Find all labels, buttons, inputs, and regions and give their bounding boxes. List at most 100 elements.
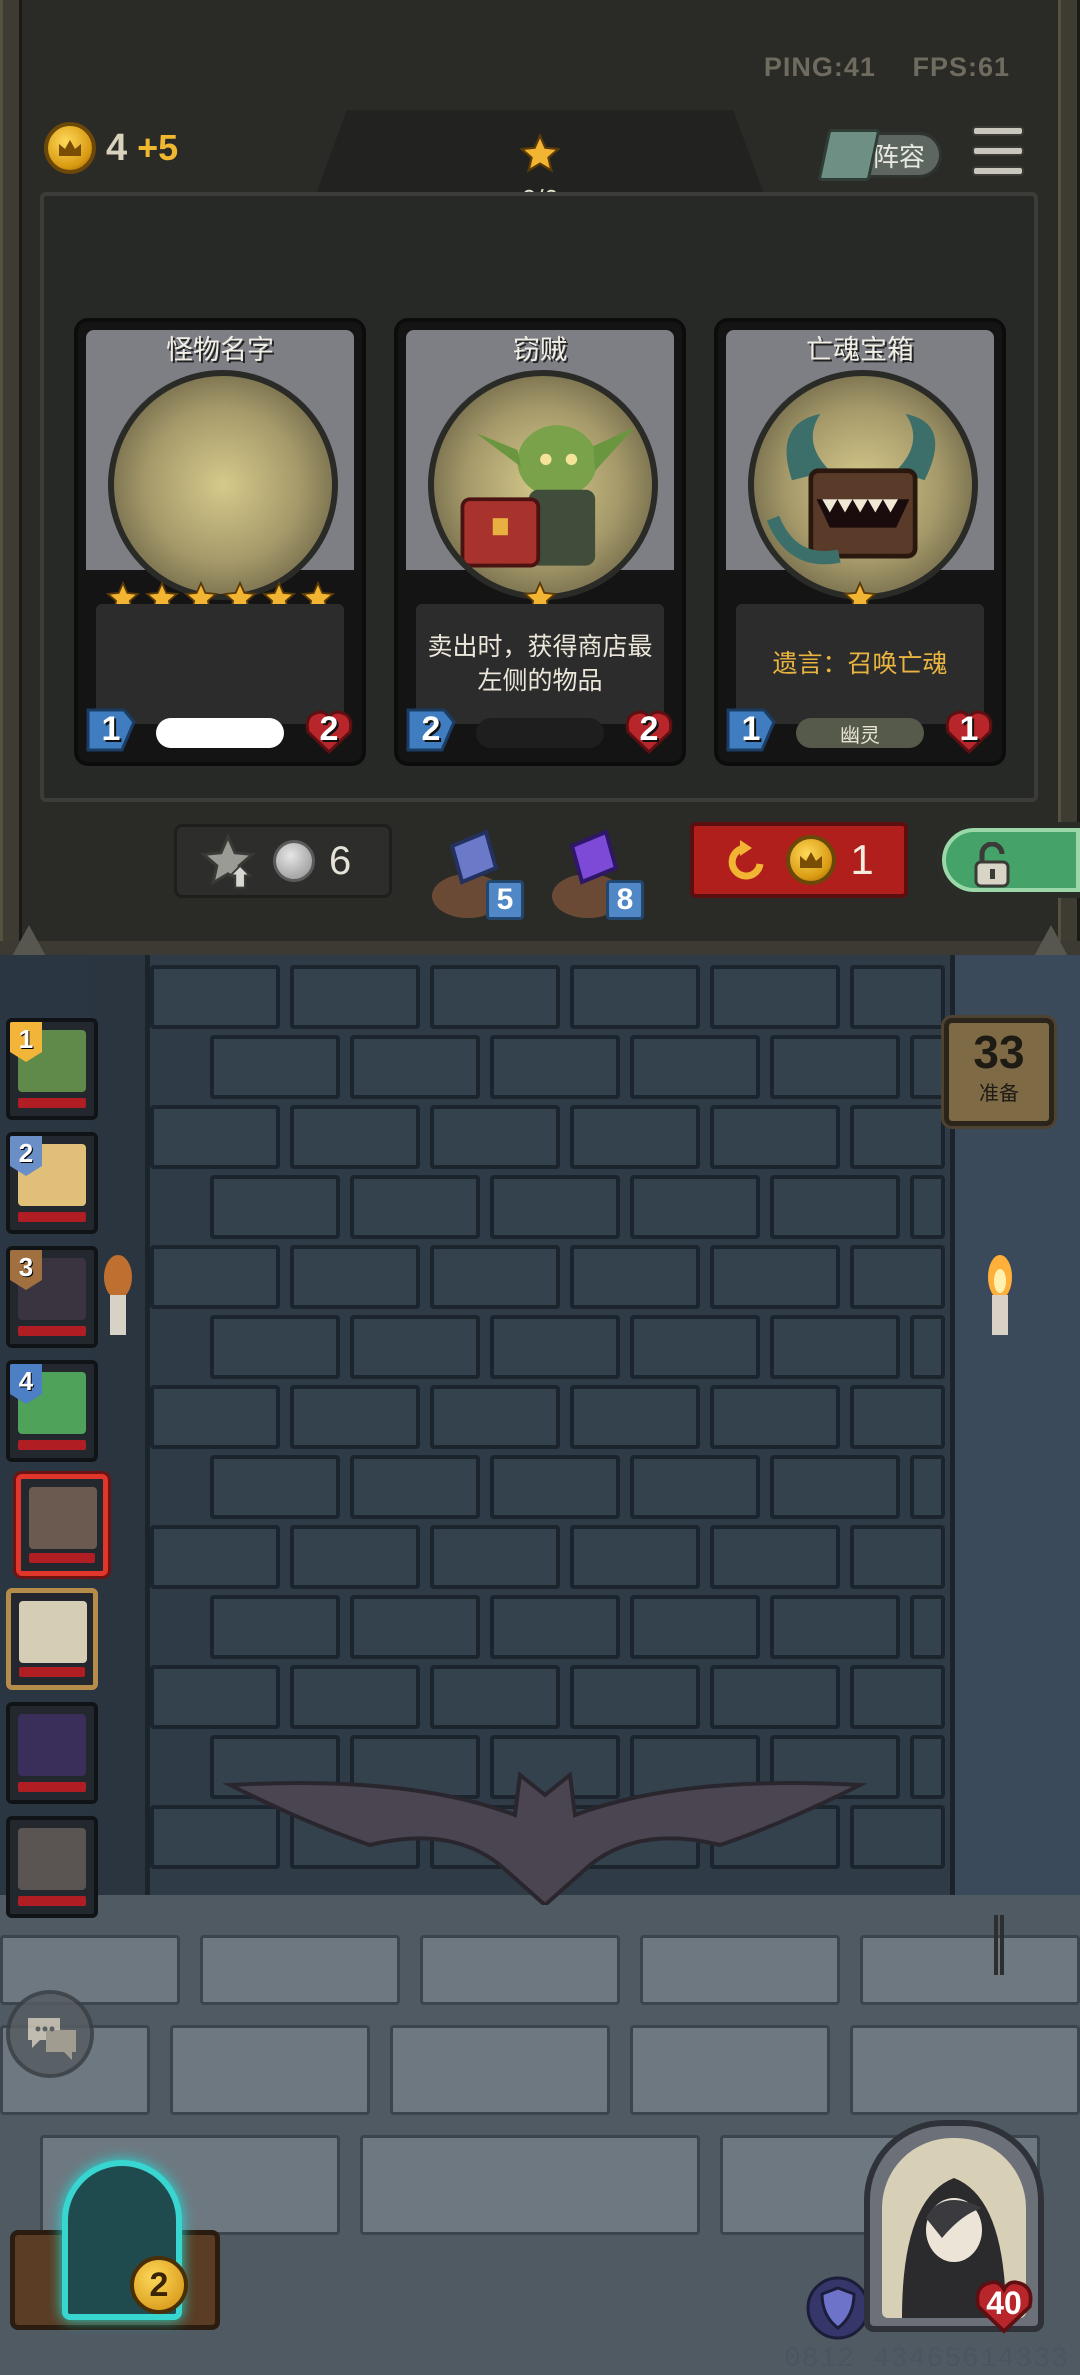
roster-slot-5[interactable] [16, 1474, 108, 1576]
wall-brick [490, 1035, 620, 1099]
attack-badge: 1 [724, 702, 778, 756]
hero-portrait[interactable]: 40 [864, 2120, 1044, 2334]
player-health-bar [18, 1440, 86, 1450]
prep-timer: 33 准备 [944, 1018, 1054, 1126]
player-health-bar [19, 1667, 85, 1677]
roster-slot-6[interactable] [6, 1588, 98, 1690]
wall-brick [210, 1595, 340, 1659]
health-badge: 1 [942, 702, 996, 756]
roster-slot-7[interactable] [6, 1702, 98, 1804]
wall-brick [430, 1105, 560, 1169]
floor-tile [0, 1935, 180, 2005]
player-health-bar [18, 1098, 86, 1108]
blue-gem-item[interactable]: 5 [428, 816, 526, 920]
purple-gem-item[interactable]: 8 [548, 816, 646, 920]
wall-brick [850, 1245, 945, 1309]
refresh-cost: 1 [850, 836, 874, 883]
gold-coin-icon [786, 835, 837, 885]
hero-health-value: 40 [986, 2284, 1022, 2321]
roster-slot-3[interactable]: 3 [6, 1246, 98, 1348]
menu-button[interactable] [972, 126, 1024, 176]
floor-tile [630, 2025, 830, 2115]
menu-icon-line [972, 146, 1024, 156]
silver-coin-icon [273, 840, 315, 882]
attack-badge: 2 [404, 702, 458, 756]
wall-brick [290, 1245, 420, 1309]
health-value: 1 [959, 709, 979, 748]
player-health-bar [18, 1896, 86, 1906]
wall-brick [490, 1175, 620, 1239]
menu-icon-line [972, 126, 1024, 136]
card-tribe-tag [476, 718, 604, 748]
wall-brick [850, 1665, 945, 1729]
wall-brick [430, 1665, 560, 1729]
wall-brick [290, 1385, 420, 1449]
wall-brick [570, 965, 700, 1029]
attack-value: 1 [741, 709, 761, 748]
roster-slot-4[interactable]: 4 [6, 1360, 98, 1462]
fps-text: FPS:61 [912, 52, 1010, 82]
attack-value: 2 [421, 709, 441, 748]
freeze-shop-button[interactable] [936, 822, 1080, 898]
shop-card-3[interactable]: 亡魂宝箱 遗言：召唤亡魂 幽灵 1 1 [714, 318, 1006, 766]
shield-icon [806, 2276, 870, 2340]
card-tribe-tag: 幽灵 [796, 718, 924, 748]
wall-brick [850, 965, 945, 1029]
health-value: 2 [639, 709, 659, 748]
card-name: 亡魂宝箱 [806, 335, 914, 366]
roster-slot-8[interactable] [6, 1816, 98, 1918]
shop-card-1[interactable]: 怪物名字 1 2 [74, 318, 366, 766]
wall-brick [910, 1035, 945, 1099]
health-badge: 2 [302, 702, 356, 756]
gold-amount: 4 [106, 126, 128, 169]
wall-brick [710, 965, 840, 1029]
gold-coin-icon [44, 122, 96, 174]
player-avatar [18, 1714, 86, 1776]
prep-timer-value: 33 [973, 1026, 1025, 1078]
gold-bonus: +5 [137, 127, 179, 168]
tier-upgrade-button[interactable]: 6 [174, 824, 392, 898]
wall-brick [350, 1455, 480, 1519]
wall-brick [570, 1525, 700, 1589]
gold-counter: 4 +5 [44, 122, 178, 174]
wall-brick [350, 1035, 480, 1099]
wall-brick [630, 1175, 760, 1239]
player-avatar [29, 1487, 97, 1549]
lineup-button[interactable]: 阵容 [817, 129, 942, 181]
wall-brick [710, 1385, 840, 1449]
player-health-bar [29, 1553, 95, 1563]
roster-slot-1[interactable]: 1 [6, 1018, 98, 1120]
wall-brick [770, 1595, 900, 1659]
blue-gem-count: 5 [486, 880, 524, 920]
card-name: 怪物名字 [166, 335, 274, 366]
roster-slot-2[interactable]: 2 [6, 1132, 98, 1234]
keyword-deathrattle: 遗言：召唤 [772, 649, 898, 678]
prep-timer-label: 准备 [979, 1081, 1019, 1105]
floor-tile [390, 2025, 610, 2115]
card-portrait-empty [108, 370, 338, 600]
pillar-left [90, 955, 150, 1895]
wall-brick [150, 965, 280, 1029]
health-badge: 2 [622, 702, 676, 756]
wall-brick [910, 1595, 945, 1659]
wall-brick [570, 1105, 700, 1169]
wall-brick [290, 1105, 420, 1169]
upgrade-cost: 6 [329, 838, 352, 883]
floor-tile [170, 2025, 370, 2115]
shop-card-2[interactable]: 窃贼 卖出时，获得商店最左侧的物品 2 2 [394, 318, 686, 766]
wall-brick [430, 1245, 560, 1309]
hero-power-deck[interactable]: 2 [10, 2160, 220, 2330]
wall-brick [850, 1385, 945, 1449]
refresh-button[interactable]: 1 [690, 822, 908, 898]
chat-button[interactable] [6, 1990, 94, 2078]
attack-value: 1 [101, 709, 121, 748]
shop-frame-left [0, 0, 22, 941]
wall-brick [290, 1525, 420, 1589]
wall-brick [770, 1035, 900, 1099]
shop-panel: PING:41 FPS:61 4 +5 0/6 阵容 怪物名字 [0, 0, 1080, 971]
wall-brick [770, 1455, 900, 1519]
wall-brick [290, 965, 420, 1029]
wall-brick [210, 1175, 340, 1239]
floor-tile [420, 1935, 620, 2005]
wall-brick [150, 1525, 280, 1589]
